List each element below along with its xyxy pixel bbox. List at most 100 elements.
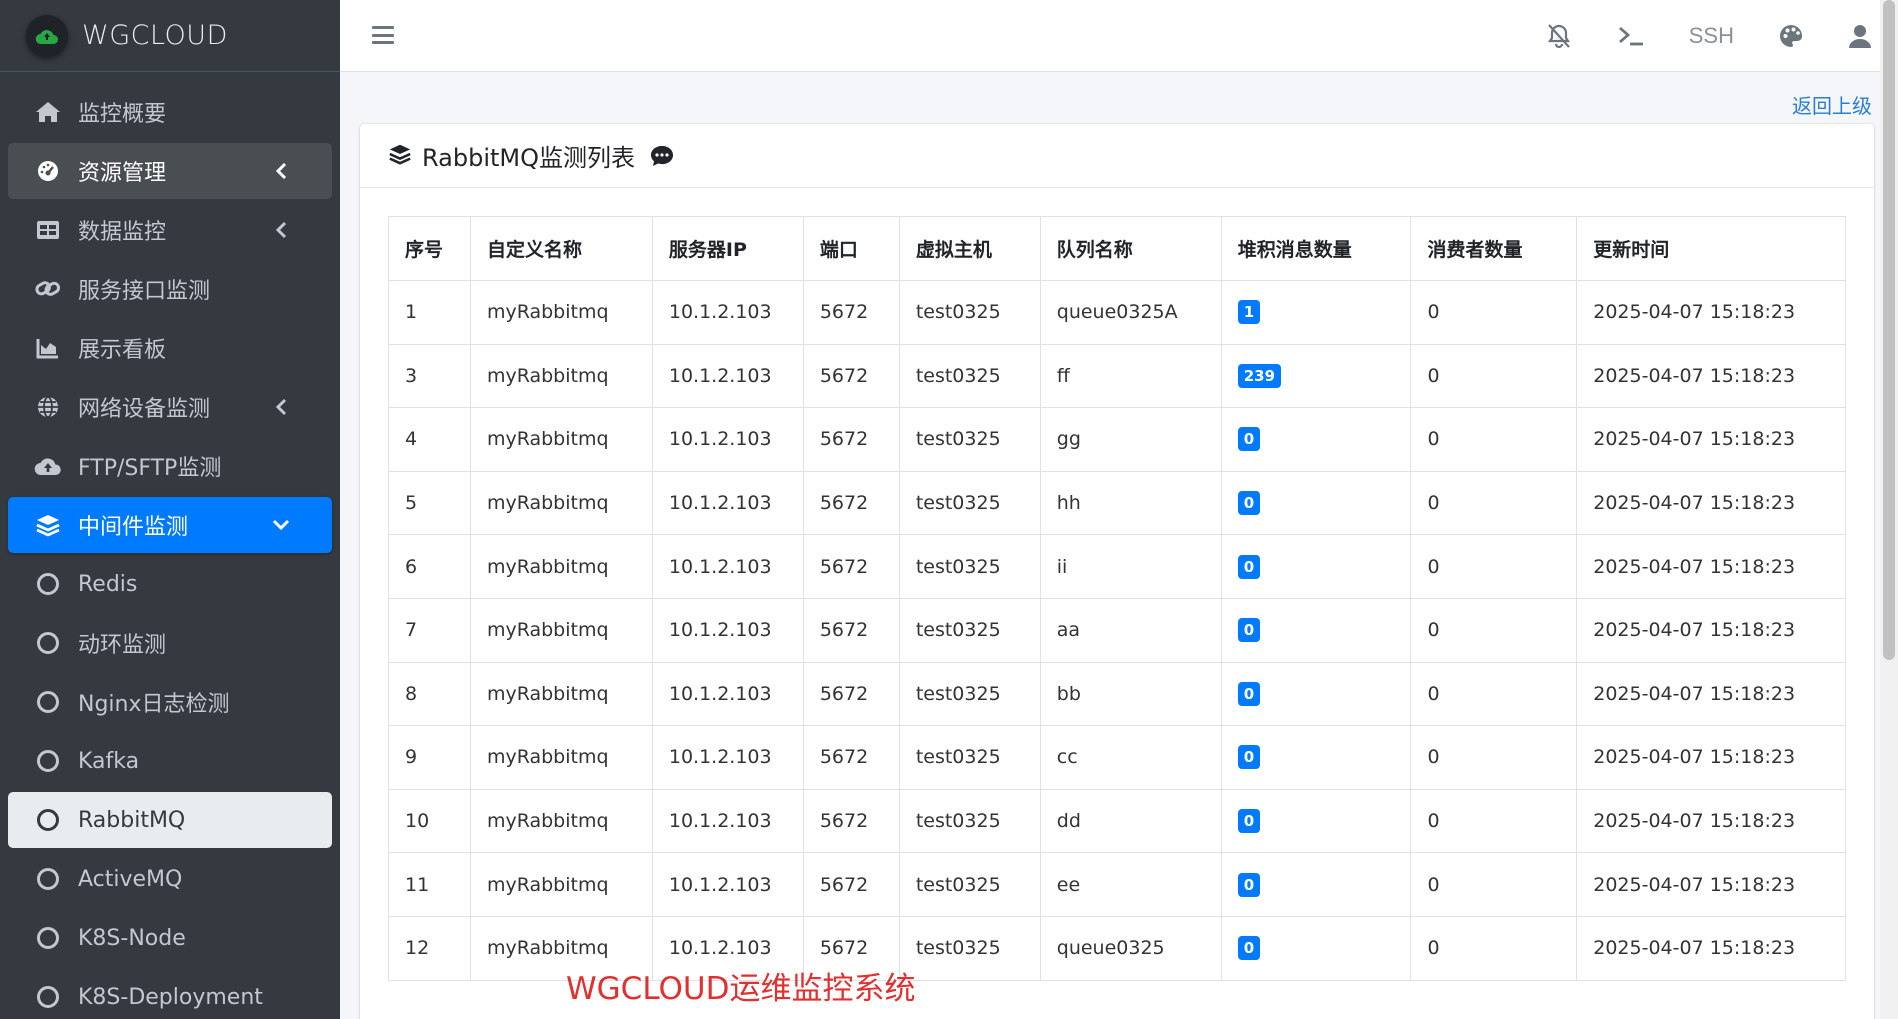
sidebar-item-api-monitor[interactable]: 服务接口监测 bbox=[8, 261, 332, 317]
cell-vhost: test0325 bbox=[898, 407, 1041, 472]
sidebar-item-label: Kafka bbox=[78, 748, 140, 774]
cell-port: 5672 bbox=[802, 788, 900, 854]
sidebar-item-kafka[interactable]: Kafka bbox=[8, 733, 332, 789]
cell-queue-name: ff bbox=[1039, 343, 1222, 409]
back-link[interactable]: 返回上级 bbox=[1792, 90, 1872, 119]
circle-icon bbox=[32, 686, 64, 718]
sidebar-item-label: K8S-Node bbox=[78, 925, 186, 951]
cell-port: 5672 bbox=[802, 597, 900, 663]
sidebar-item-nginx[interactable]: Nginx日志检测 bbox=[8, 674, 332, 730]
backlog-badge: 0 bbox=[1237, 936, 1261, 961]
sidebar-item-label: 资源管理 bbox=[78, 161, 167, 186]
sidebar-item-dashboard-board[interactable]: 展示看板 bbox=[8, 320, 332, 376]
terminal-icon[interactable] bbox=[1617, 24, 1645, 48]
brand-name: WGCLOUD bbox=[82, 20, 228, 51]
comment-dots-icon[interactable] bbox=[649, 144, 675, 168]
sidebar-item-middleware[interactable]: 中间件监测 bbox=[8, 497, 332, 553]
cell-server-ip: 10.1.2.103 bbox=[651, 788, 804, 854]
cell-consumers: 0 bbox=[1410, 852, 1578, 917]
cell-queue-name: cc bbox=[1039, 725, 1222, 790]
table-row: 5 myRabbitmq 10.1.2.103 5672 test0325 hh… bbox=[388, 470, 1846, 536]
column-header-server-ip[interactable]: 服务器IP bbox=[651, 216, 804, 281]
cell-backlog: 0 bbox=[1220, 597, 1412, 663]
layers-icon bbox=[388, 142, 412, 170]
sidebar-item-label: 网络设备监测 bbox=[78, 397, 211, 422]
cell-vhost: test0325 bbox=[898, 788, 1041, 854]
menu-toggle-icon[interactable] bbox=[372, 24, 394, 46]
cell-backlog: 0 bbox=[1220, 725, 1412, 790]
cell-queue-name: dd bbox=[1039, 788, 1222, 854]
cell-server-ip: 10.1.2.103 bbox=[651, 407, 804, 472]
circle-icon bbox=[32, 568, 64, 600]
sidebar-item-network-devices[interactable]: 网络设备监测 bbox=[8, 379, 332, 435]
sidebar-item-overview[interactable]: 监控概要 bbox=[8, 84, 332, 140]
ssh-button[interactable]: SSH bbox=[1689, 23, 1734, 49]
cell-index: 5 bbox=[388, 470, 471, 536]
column-header-vhost[interactable]: 虚拟主机 bbox=[898, 216, 1041, 281]
table-row: 8 myRabbitmq 10.1.2.103 5672 test0325 bb… bbox=[388, 661, 1846, 727]
cell-consumers: 0 bbox=[1410, 597, 1578, 663]
sidebar: WGCLOUD 监控概要 资源管理 数据监控 服务接口监测 展示看板 网络设备监… bbox=[0, 0, 340, 1019]
globe-icon bbox=[32, 391, 64, 423]
card-header: RabbitMQ监测列表 bbox=[360, 124, 1874, 188]
backlog-badge: 0 bbox=[1237, 554, 1261, 579]
column-header-custom-name[interactable]: 自定义名称 bbox=[469, 216, 653, 281]
cell-index: 9 bbox=[388, 725, 471, 790]
column-header-consumers[interactable]: 消费者数量 bbox=[1410, 216, 1578, 281]
sidebar-item-environment[interactable]: 动环监测 bbox=[8, 615, 332, 671]
column-header-queue-name[interactable]: 队列名称 bbox=[1039, 216, 1222, 281]
cell-index: 1 bbox=[388, 280, 471, 345]
cell-backlog: 0 bbox=[1220, 915, 1412, 981]
rabbitmq-table: 序号 自定义名称 服务器IP 端口 虚拟主机 队列名称 堆积消息数量 消费者数量… bbox=[388, 216, 1846, 981]
cell-queue-name: gg bbox=[1039, 407, 1222, 472]
sidebar-item-k8s-node[interactable]: K8S-Node bbox=[8, 910, 332, 966]
user-icon[interactable] bbox=[1848, 23, 1872, 49]
table-header-row: 序号 自定义名称 服务器IP 端口 虚拟主机 队列名称 堆积消息数量 消费者数量… bbox=[388, 216, 1846, 281]
backlog-badge: 0 bbox=[1237, 427, 1261, 452]
header-icons: SSH bbox=[1501, 0, 1872, 72]
chevron-left-icon bbox=[272, 398, 290, 416]
cell-index: 8 bbox=[388, 661, 471, 727]
column-header-backlog[interactable]: 堆积消息数量 bbox=[1220, 216, 1412, 281]
sidebar-item-k8s-deployment[interactable]: K8S-Deployment bbox=[8, 969, 332, 1019]
cell-server-ip: 10.1.2.103 bbox=[651, 852, 804, 917]
cell-queue-name: bb bbox=[1039, 661, 1222, 727]
table-row: 4 myRabbitmq 10.1.2.103 5672 test0325 gg… bbox=[388, 407, 1846, 472]
sidebar-item-label: RabbitMQ bbox=[78, 807, 186, 833]
sidebar-item-redis[interactable]: Redis bbox=[8, 556, 332, 612]
sidebar-item-ftp[interactable]: FTP/SFTP监测 bbox=[8, 438, 332, 494]
bell-slash-icon[interactable] bbox=[1545, 22, 1573, 50]
cell-index: 4 bbox=[388, 407, 471, 472]
cell-queue-name: queue0325A bbox=[1039, 280, 1222, 345]
cell-server-ip: 10.1.2.103 bbox=[651, 470, 804, 536]
cell-index: 6 bbox=[388, 534, 471, 599]
column-header-port[interactable]: 端口 bbox=[802, 216, 900, 281]
cell-updated: 2025-04-07 15:18:23 bbox=[1576, 534, 1846, 599]
backlog-badge: 0 bbox=[1237, 872, 1261, 897]
circle-icon bbox=[32, 745, 64, 777]
palette-icon[interactable] bbox=[1778, 23, 1804, 49]
scrollbar[interactable] bbox=[1880, 0, 1898, 1019]
sidebar-item-activemq[interactable]: ActiveMQ bbox=[8, 851, 332, 907]
table-row: 7 myRabbitmq 10.1.2.103 5672 test0325 aa… bbox=[388, 597, 1846, 663]
watermark: WGCLOUD运维监控系统 bbox=[566, 971, 916, 1007]
cell-server-ip: 10.1.2.103 bbox=[651, 597, 804, 663]
cell-vhost: test0325 bbox=[898, 280, 1041, 345]
chevron-down-icon bbox=[272, 516, 290, 534]
cell-index: 10 bbox=[388, 788, 471, 854]
sidebar-item-data-monitor[interactable]: 数据监控 bbox=[8, 202, 332, 258]
scrollbar-thumb[interactable] bbox=[1883, 0, 1895, 660]
cell-port: 5672 bbox=[802, 407, 900, 472]
column-header-updated[interactable]: 更新时间 bbox=[1576, 216, 1846, 281]
sidebar-item-rabbitmq[interactable]: RabbitMQ bbox=[8, 792, 332, 848]
table-row: 1 myRabbitmq 10.1.2.103 5672 test0325 qu… bbox=[388, 280, 1846, 345]
brand[interactable]: WGCLOUD bbox=[0, 0, 340, 72]
sidebar-item-resources[interactable]: 资源管理 bbox=[8, 143, 332, 199]
table-row: 6 myRabbitmq 10.1.2.103 5672 test0325 ii… bbox=[388, 534, 1846, 599]
top-navbar: SSH bbox=[340, 0, 1898, 72]
sidebar-item-label: ActiveMQ bbox=[78, 866, 183, 892]
cell-vhost: test0325 bbox=[898, 661, 1041, 727]
cell-vhost: test0325 bbox=[898, 343, 1041, 409]
page-title: RabbitMQ监测列表 bbox=[422, 144, 635, 172]
column-header-index[interactable]: 序号 bbox=[388, 216, 471, 281]
